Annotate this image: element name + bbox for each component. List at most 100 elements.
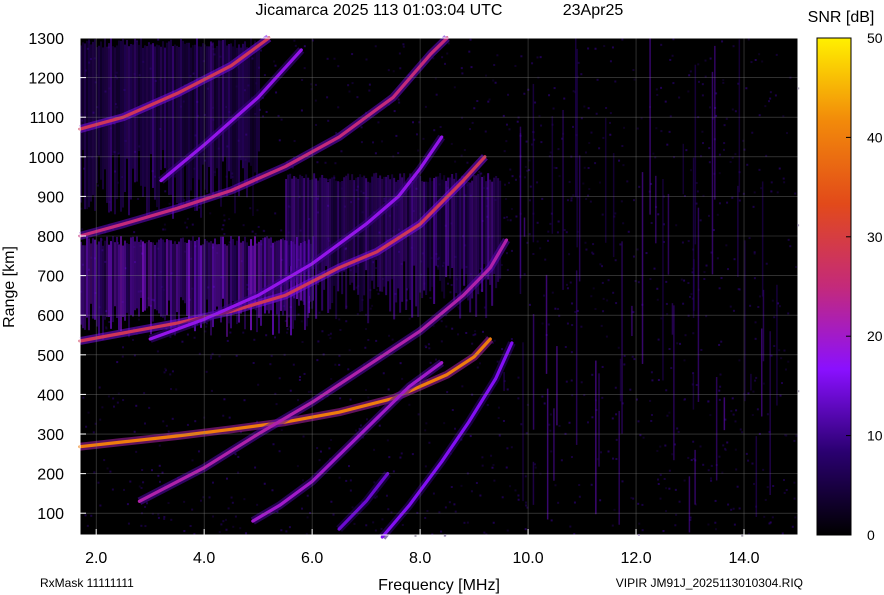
noise-dot — [222, 520, 225, 523]
diffuse-echo-column — [138, 241, 140, 317]
noise-dot — [503, 183, 506, 186]
colorbar-tick-label: 30 — [867, 229, 883, 245]
noise-dot — [425, 422, 428, 425]
noise-dot — [368, 83, 371, 86]
interference-streak — [503, 372, 505, 392]
interference-streak — [532, 314, 535, 430]
noise-dot — [748, 237, 751, 240]
diffuse-echo-column — [104, 240, 106, 320]
noise-dot — [778, 305, 781, 308]
noise-dot — [782, 177, 785, 180]
interference-streak — [598, 373, 600, 467]
diffuse-echo-column — [479, 172, 482, 270]
noise-dot — [337, 65, 340, 68]
x-tick-label: 4.0 — [193, 550, 215, 567]
noise-dot — [269, 363, 272, 366]
noise-dot — [234, 453, 237, 456]
noise-dot — [779, 394, 782, 397]
noise-dot — [493, 339, 496, 342]
noise-dot — [496, 360, 499, 363]
noise-dot — [373, 481, 376, 484]
noise-dot — [345, 479, 348, 482]
noise-dot — [111, 153, 114, 156]
noise-dot — [580, 325, 583, 328]
noise-dot — [428, 441, 431, 444]
noise-dot — [786, 132, 789, 135]
noise-dot — [673, 156, 676, 159]
noise-dot — [520, 423, 523, 426]
noise-dot — [193, 336, 196, 339]
noise-dot — [722, 444, 725, 447]
noise-dot — [142, 481, 145, 484]
noise-dot — [330, 438, 333, 441]
noise-dot — [158, 444, 161, 447]
noise-dot — [707, 469, 710, 472]
diffuse-echo-column — [222, 40, 224, 162]
noise-dot — [367, 339, 370, 342]
noise-dot — [697, 63, 700, 66]
noise-dot — [601, 213, 604, 216]
noise-dot — [99, 418, 102, 421]
noise-dot — [506, 268, 509, 271]
diffuse-echo-column — [98, 45, 100, 156]
noise-dot — [787, 238, 790, 241]
noise-dot — [463, 149, 466, 152]
interference-streak — [619, 358, 622, 402]
noise-dot — [738, 507, 741, 510]
noise-dot — [657, 379, 660, 382]
noise-dot — [600, 451, 603, 454]
noise-dot — [460, 67, 463, 70]
noise-dot — [140, 486, 143, 489]
noise-dot — [171, 417, 174, 420]
noise-dot — [359, 424, 362, 427]
noise-dot — [116, 361, 119, 364]
noise-dot — [470, 490, 473, 493]
noise-dot — [669, 58, 672, 61]
noise-dot — [622, 164, 625, 167]
noise-dot — [301, 79, 304, 82]
noise-dot — [476, 100, 479, 103]
noise-dot — [278, 139, 281, 142]
noise-dot — [380, 527, 383, 530]
noise-dot — [650, 222, 653, 225]
noise-dot — [303, 67, 306, 70]
noise-dot — [752, 390, 755, 393]
interference-streak — [621, 241, 623, 434]
noise-dot — [510, 338, 513, 341]
noise-dot — [668, 411, 671, 414]
noise-dot — [732, 309, 735, 312]
noise-dot — [508, 128, 511, 131]
noise-dot — [718, 287, 721, 290]
diffuse-echo-column — [200, 46, 202, 218]
noise-dot — [375, 339, 378, 342]
diffuse-echo-column — [218, 244, 220, 315]
diffuse-echo-column — [108, 244, 110, 317]
noise-dot — [429, 361, 432, 364]
diffuse-echo-column — [106, 236, 108, 318]
noise-dot — [400, 452, 403, 455]
noise-dot — [679, 342, 682, 345]
noise-dot — [721, 40, 724, 43]
noise-dot — [598, 181, 601, 184]
noise-dot — [549, 222, 552, 225]
noise-dot — [298, 378, 301, 381]
noise-dot — [692, 372, 695, 375]
noise-dot — [729, 161, 732, 164]
noise-dot — [259, 49, 262, 52]
diffuse-echo-column — [100, 41, 102, 180]
noise-dot — [687, 282, 690, 285]
diffuse-echo-column — [102, 245, 104, 340]
diffuse-echo-column — [158, 239, 160, 314]
noise-dot — [771, 299, 774, 302]
diffuse-echo-column — [377, 177, 380, 288]
noise-dot — [198, 352, 201, 355]
noise-dot — [434, 358, 437, 361]
noise-dot — [558, 175, 561, 178]
noise-dot — [429, 296, 432, 299]
noise-dot — [734, 110, 737, 113]
noise-dot — [466, 521, 469, 524]
diffuse-echo-column — [242, 241, 244, 302]
diffuse-echo-column — [120, 236, 122, 331]
noise-dot — [594, 162, 597, 165]
noise-dot — [427, 343, 430, 346]
